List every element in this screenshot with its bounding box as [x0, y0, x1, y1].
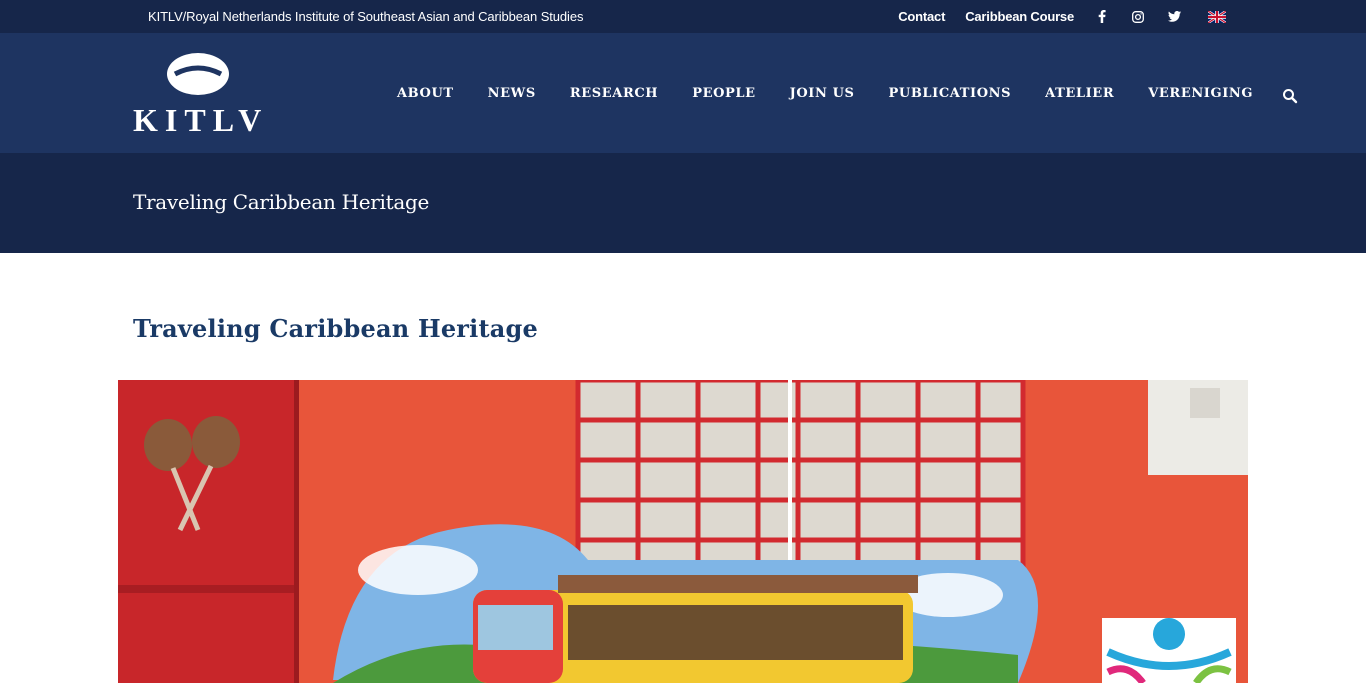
utility-links: Contact Caribbean Course [878, 0, 1226, 33]
kitlv-logo[interactable]: KITLV [133, 52, 263, 138]
instagram-icon[interactable] [1130, 9, 1146, 25]
logo-wordmark: KITLV [133, 102, 269, 138]
nav-publications[interactable]: PUBLICATIONS [889, 86, 1012, 101]
institute-name: KITLV/Royal Netherlands Institute of Sou… [148, 9, 584, 24]
facebook-icon[interactable] [1094, 9, 1110, 25]
page-title-band: Traveling Caribbean Heritage [0, 153, 1366, 253]
nav-join-us[interactable]: JOIN US [790, 86, 855, 101]
caribbean-course-link[interactable]: Caribbean Course [965, 9, 1074, 24]
main-header: KITLV ABOUT NEWS RESEARCH PEOPLE JOIN US… [0, 33, 1366, 153]
nav-research[interactable]: RESEARCH [570, 86, 658, 101]
nav-news[interactable]: NEWS [488, 86, 536, 101]
contact-link[interactable]: Contact [898, 9, 945, 24]
nav-atelier[interactable]: ATELIER [1045, 86, 1114, 101]
page-title: Traveling Caribbean Heritage [133, 314, 538, 343]
search-icon[interactable] [1282, 88, 1298, 104]
top-utility-bar: KITLV/Royal Netherlands Institute of Sou… [0, 0, 1366, 33]
uk-flag-icon[interactable] [1208, 10, 1226, 23]
main-nav: ABOUT NEWS RESEARCH PEOPLE JOIN US PUBLI… [380, 33, 1298, 153]
twitter-icon[interactable] [1166, 9, 1182, 25]
nav-vereniging[interactable]: VERENIGING [1148, 86, 1253, 101]
banner-title: Traveling Caribbean Heritage [133, 190, 430, 214]
nav-about[interactable]: ABOUT [397, 86, 454, 101]
kitlv-logo-emblem [167, 53, 229, 95]
hero-image [118, 380, 1248, 683]
nav-people[interactable]: PEOPLE [692, 86, 755, 101]
